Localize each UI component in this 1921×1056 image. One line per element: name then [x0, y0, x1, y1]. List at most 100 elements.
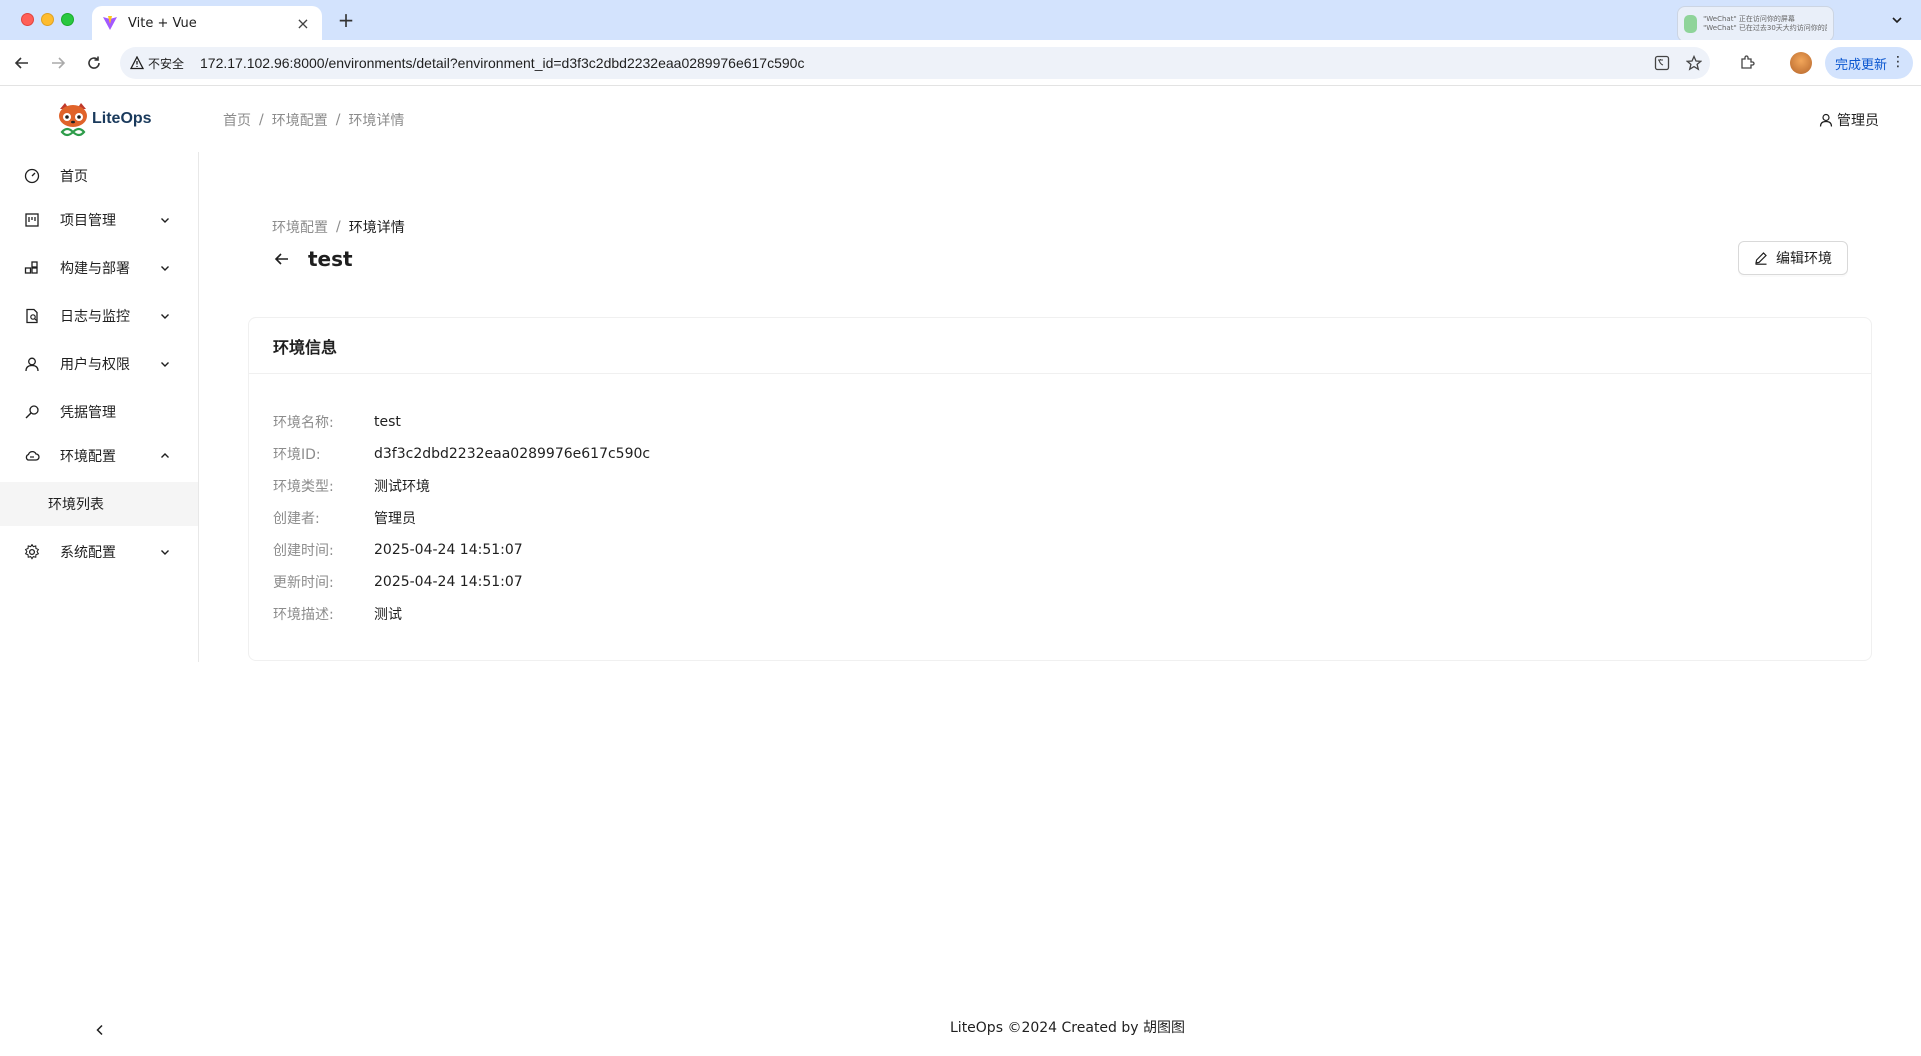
notification-body: "WeChat" 已在过去30天大约访问你的屏幕和系统音频 — [1703, 24, 1827, 32]
info-label: 创建者: — [273, 511, 320, 527]
card-title: 环境信息 — [249, 318, 1871, 374]
wechat-icon — [1684, 15, 1698, 33]
environment-info-card: 环境信息 环境名称: test 环境ID: d3f3c2dbd2232eaa02… — [248, 317, 1872, 661]
reload-icon[interactable] — [82, 51, 106, 75]
translate-icon[interactable] — [1646, 47, 1678, 79]
sidebar-item-label: 系统配置 — [60, 545, 116, 561]
logo[interactable]: LiteOps — [56, 101, 152, 137]
log-icon — [24, 308, 40, 324]
tab-search-chevron-icon[interactable] — [1885, 8, 1909, 32]
sidebar-subitem-environment-list[interactable]: 环境列表 — [0, 482, 198, 526]
user-menu[interactable]: 管理员 — [1819, 110, 1879, 130]
browser-tab[interactable]: Vite + Vue × — [92, 6, 322, 40]
sidebar-item-logs-monitoring[interactable]: 日志与监控 — [0, 296, 199, 336]
insecure-label: 不安全 — [148, 56, 185, 71]
profile-avatar[interactable] — [1790, 52, 1812, 74]
vite-logo-icon — [102, 15, 118, 31]
breadcrumb-environments[interactable]: 环境配置 — [272, 110, 328, 130]
sidebar-item-label: 首页 — [60, 169, 88, 185]
sidebar-collapse-button[interactable] — [90, 1020, 110, 1040]
edit-environment-button[interactable]: 编辑环境 — [1738, 241, 1848, 275]
user-name: 管理员 — [1837, 113, 1879, 129]
page-breadcrumb: 环境配置 / 环境详情 — [272, 217, 405, 237]
url-text[interactable]: 172.17.102.96:8000/environments/detail?e… — [200, 55, 804, 71]
tab-close-icon[interactable]: × — [294, 14, 312, 33]
address-bar[interactable]: 不安全 172.17.102.96:8000/environments/deta… — [120, 47, 1710, 79]
window-minimize-button[interactable] — [41, 13, 54, 26]
breadcrumb-environments[interactable]: 环境配置 — [272, 217, 328, 237]
chevron-left-icon — [96, 1024, 103, 1036]
key-icon — [24, 404, 40, 420]
wechat-notification[interactable]: "WeChat" 正在访问你的屏幕 "WeChat" 已在过去30天大约访问你的… — [1677, 6, 1834, 42]
sidebar-divider — [198, 152, 199, 662]
new-tab-button[interactable]: + — [334, 8, 358, 32]
window-maximize-button[interactable] — [61, 13, 74, 26]
app-root: LiteOps 首页 项目管理 构建与部署 日志与监控 用户与权限 凭据管理 环… — [0, 87, 1921, 1056]
info-value: d3f3c2dbd2232eaa0289976e617c590c — [374, 446, 651, 462]
bookmark-star-icon[interactable] — [1678, 47, 1710, 79]
more-menu-icon[interactable]: ⋮ — [1891, 53, 1905, 71]
warning-icon — [130, 56, 144, 70]
chevron-up-icon — [159, 450, 171, 462]
info-row-updated-at: 更新时间: 2025-04-24 14:51:07 — [273, 566, 1847, 598]
chevron-down-icon — [159, 310, 171, 322]
back-arrow-icon[interactable] — [272, 249, 292, 269]
info-label: 环境名称: — [273, 415, 334, 431]
info-label: 环境描述: — [273, 607, 334, 623]
info-value: 测试环境 — [374, 479, 430, 495]
sidebar-item-credentials[interactable]: 凭据管理 — [0, 392, 199, 432]
info-row-name: 环境名称: test — [273, 406, 1847, 438]
info-label: 环境ID: — [273, 447, 321, 463]
info-row-creator: 创建者: 管理员 — [273, 502, 1847, 534]
sidebar-item-environments[interactable]: 环境配置 — [0, 436, 199, 476]
info-value: test — [374, 414, 401, 430]
tab-title: Vite + Vue — [128, 15, 197, 31]
info-value: 2025-04-24 14:51:07 — [374, 542, 523, 558]
sidebar-item-label: 用户与权限 — [60, 357, 130, 373]
logo-text: LiteOps — [92, 110, 152, 127]
sidebar-subitem-label: 环境列表 — [48, 497, 104, 513]
info-row-description: 环境描述: 测试 — [273, 598, 1847, 630]
info-label: 环境类型: — [273, 479, 334, 495]
sidebar-item-build-deploy[interactable]: 构建与部署 — [0, 248, 199, 288]
sidebar-item-system-settings[interactable]: 系统配置 — [0, 532, 199, 572]
info-row-created-at: 创建时间: 2025-04-24 14:51:07 — [273, 534, 1847, 566]
build-icon — [24, 260, 40, 276]
user-icon — [1819, 113, 1833, 127]
chevron-down-icon — [159, 546, 171, 558]
info-list: 环境名称: test 环境ID: d3f3c2dbd2232eaa0289976… — [249, 374, 1871, 630]
sidebar-item-projects[interactable]: 项目管理 — [0, 200, 199, 240]
forward-nav-icon[interactable] — [46, 51, 70, 75]
browser-tab-bar: Vite + Vue × + "WeChat" 正在访问你的屏幕 "WeChat… — [0, 0, 1921, 42]
info-row-type: 环境类型: 测试环境 — [273, 470, 1847, 502]
back-nav-icon[interactable] — [10, 51, 34, 75]
info-value: 测试 — [374, 607, 402, 623]
window-close-button[interactable] — [21, 13, 34, 26]
breadcrumb-home[interactable]: 首页 — [223, 110, 251, 130]
sidebar: LiteOps 首页 项目管理 构建与部署 日志与监控 用户与权限 凭据管理 环… — [0, 87, 199, 1056]
browser-toolbar: 不安全 172.17.102.96:8000/environments/deta… — [0, 40, 1921, 86]
sidebar-item-label: 构建与部署 — [60, 261, 130, 277]
sidebar-item-home[interactable]: 首页 — [0, 156, 199, 196]
info-value: 2025-04-24 14:51:07 — [374, 574, 523, 590]
dashboard-icon — [24, 168, 40, 184]
sidebar-item-users-permissions[interactable]: 用户与权限 — [0, 344, 199, 384]
footer-text: LiteOps ©2024 Created by 胡图图 — [950, 1020, 1185, 1036]
chevron-down-icon — [159, 262, 171, 274]
sidebar-item-label: 凭据管理 — [60, 405, 116, 421]
update-label: 完成更新 — [1835, 57, 1888, 73]
extensions-icon[interactable] — [1735, 51, 1759, 75]
red-panda-logo-icon — [59, 103, 87, 137]
info-value: 管理员 — [374, 511, 416, 527]
chevron-down-icon — [159, 358, 171, 370]
update-button[interactable]: 完成更新 ⋮ — [1825, 47, 1913, 79]
security-indicator[interactable]: 不安全 — [130, 55, 184, 72]
sidebar-item-label: 环境配置 — [60, 449, 116, 465]
page-header: test — [272, 247, 353, 271]
info-row-id: 环境ID: d3f3c2dbd2232eaa0289976e617c590c — [273, 438, 1847, 470]
info-label: 创建时间: — [273, 543, 334, 559]
breadcrumb-current: 环境详情 — [348, 113, 405, 129]
header-breadcrumb: 首页 / 环境配置 / 环境详情 — [223, 110, 405, 130]
cloud-icon — [24, 448, 40, 464]
project-icon — [24, 212, 40, 228]
